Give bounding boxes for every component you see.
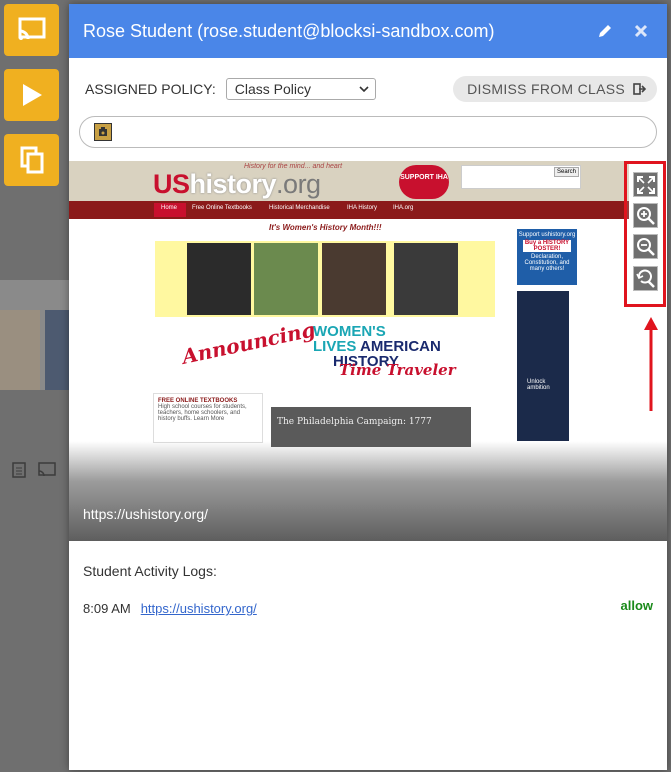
site-logo: UShistory.org <box>153 169 321 200</box>
screen-preview: History for the mind... and heart UShist… <box>69 161 667 541</box>
assigned-policy-label: ASSIGNED POLICY: <box>85 81 216 97</box>
portrait-image <box>394 243 458 315</box>
zoom-controls <box>624 161 666 307</box>
dismiss-label: DISMISS FROM CLASS <box>467 81 625 97</box>
background-thumbnail <box>0 310 40 390</box>
log-row: 8:09 AM https://ushistory.org/ allow <box>83 598 653 616</box>
modal-header: Rose Student (rose.student@blocksi-sandb… <box>69 4 667 58</box>
zoom-in-icon[interactable] <box>633 203 658 228</box>
portrait-image <box>254 243 318 315</box>
site-nav-item: Home <box>161 205 178 211</box>
cast-button[interactable] <box>4 4 59 56</box>
copy-icon <box>20 146 43 174</box>
portrait-image <box>322 243 386 315</box>
site-nav-item: IHA.org <box>393 205 414 211</box>
ad-line1: Buy a HISTORY POSTER! <box>523 240 571 252</box>
textbook-box: FREE ONLINE TEXTBOOKS High school course… <box>153 393 263 443</box>
background-thumbnail <box>45 310 70 390</box>
announce-text: Announcing <box>179 317 318 369</box>
support-badge: SUPPORT IHA <box>399 165 449 199</box>
site-logo-us: US <box>153 169 190 199</box>
activity-logs: Student Activity Logs: 8:09 AM https://u… <box>69 541 667 638</box>
site-nav-item: IHA History <box>347 205 378 211</box>
zoom-reset-icon[interactable] <box>633 266 658 291</box>
policy-row: ASSIGNED POLICY: Class Policy DISMISS FR… <box>69 58 667 106</box>
poster-ad: Support ushistory.org Buy a HISTORY POST… <box>517 229 577 285</box>
student-detail-modal: Rose Student (rose.student@blocksi-sandb… <box>69 4 667 770</box>
document-icon <box>12 462 26 483</box>
preview-url: https://ushistory.org/ <box>83 506 209 522</box>
log-url-link[interactable]: https://ushistory.org/ <box>141 601 257 616</box>
dismiss-from-class-button[interactable]: DISMISS FROM CLASS <box>453 76 657 102</box>
chevron-down-icon <box>359 86 369 92</box>
pencil-icon[interactable] <box>593 19 617 43</box>
site-header: History for the mind... and heart UShist… <box>69 161 629 201</box>
ad-line2: Declaration, Constitution, and many othe… <box>524 254 570 272</box>
copy-button[interactable] <box>4 134 59 186</box>
close-icon[interactable] <box>629 19 653 43</box>
textbook-body: High school courses for students, teache… <box>158 404 247 422</box>
site-logo-org: .org <box>276 169 321 199</box>
policy-select[interactable]: Class Policy <box>225 78 376 100</box>
cast-icon <box>38 462 56 483</box>
time-traveler-text: Time Traveler <box>339 361 456 379</box>
play-icon <box>22 84 42 106</box>
modal-title: Rose Student (rose.student@blocksi-sandb… <box>83 20 495 41</box>
ad-title: Support ushistory.org <box>518 232 576 238</box>
message-icon[interactable] <box>94 123 112 141</box>
site-logo-history: history <box>189 169 277 199</box>
portrait-image <box>187 243 251 315</box>
site-banner-text: It's Women's History Month!!! <box>269 223 382 232</box>
site-nav-item: Historical Merchandise <box>269 205 330 211</box>
preview-shade <box>69 441 667 541</box>
log-status: allow <box>620 598 653 613</box>
cast-icon <box>18 17 45 40</box>
arrow-up-icon <box>644 317 658 411</box>
site-nav: Home Free Online Textbooks Historical Me… <box>69 201 629 219</box>
exit-icon <box>633 83 647 95</box>
site-nav-item: Free Online Textbooks <box>192 205 252 211</box>
site-search: Search <box>461 165 581 189</box>
fullscreen-icon[interactable] <box>633 172 658 197</box>
message-input[interactable] <box>79 116 657 148</box>
side-ad: Unlock ambition <box>517 291 569 441</box>
log-time: 8:09 AM <box>83 601 131 616</box>
play-button[interactable] <box>4 69 59 121</box>
policy-select-value: Class Policy <box>234 81 311 97</box>
zoom-out-icon[interactable] <box>633 234 658 259</box>
site-search-button: Search <box>553 167 579 177</box>
ad2-text: Unlock ambition <box>527 379 550 391</box>
activity-logs-title: Student Activity Logs: <box>83 563 217 579</box>
